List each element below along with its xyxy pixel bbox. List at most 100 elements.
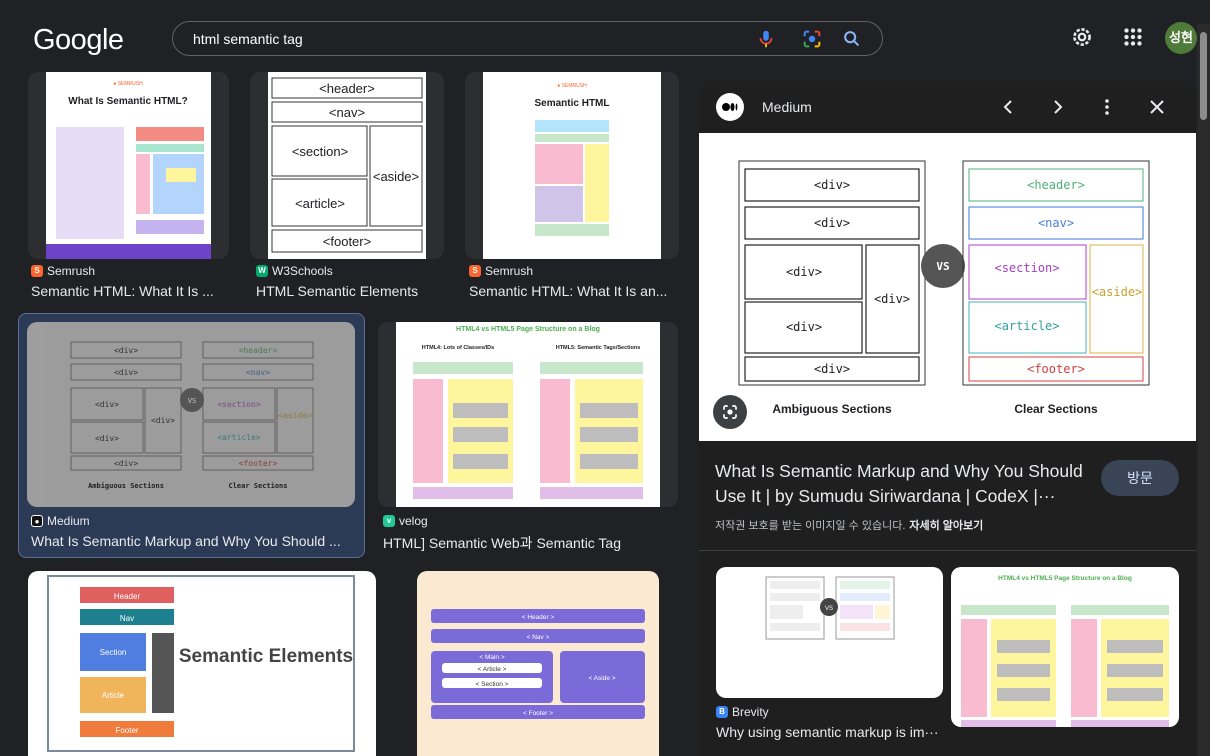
panel-title[interactable]: What Is Semantic Markup and Why You Shou… bbox=[715, 459, 1085, 509]
thumb-title: Semantic Elements bbox=[179, 646, 353, 667]
copyright-notice: 저작권 보호를 받는 이미지일 수 있습니다. 자세히 알아보기 bbox=[715, 517, 983, 533]
source-label: W3Schools bbox=[272, 264, 333, 278]
top-bar: Google 성현 bbox=[0, 0, 1210, 70]
result-title[interactable]: HTML Semantic Elements bbox=[256, 283, 444, 299]
source-label: Brevity bbox=[732, 705, 769, 719]
svg-text:< Article >: < Article > bbox=[478, 666, 507, 673]
svg-text:< Main >: < Main > bbox=[479, 654, 504, 661]
header-label: <header> bbox=[1027, 178, 1085, 192]
svg-text:<header>: <header> bbox=[239, 346, 278, 355]
result-title[interactable]: Semantic HTML: What It Is ... bbox=[31, 283, 231, 299]
medium-icon: ● bbox=[31, 515, 43, 527]
div-label: <div> bbox=[874, 292, 910, 306]
right-caption: Clear Sections bbox=[1014, 402, 1098, 416]
svg-text:HTML4: Lots of Classes/IDs: HTML4: Lots of Classes/IDs bbox=[422, 345, 494, 351]
vs-label: VS bbox=[936, 260, 949, 273]
svg-text:<div>: <div> bbox=[95, 400, 119, 409]
svg-text:Section: Section bbox=[100, 648, 127, 657]
svg-text:● SEMRUSH: ● SEMRUSH bbox=[113, 81, 143, 87]
medium-icon bbox=[716, 93, 744, 121]
result-title[interactable]: Semantic HTML: What It Is an... bbox=[469, 283, 679, 299]
source-label: Semrush bbox=[47, 264, 96, 278]
result-thumbnail[interactable]: VS <div> <div> <div> <div> <div> <div> <hea… bbox=[27, 322, 355, 507]
svg-text:<section>: <section> bbox=[217, 400, 261, 409]
semrush-icon: S bbox=[31, 265, 43, 277]
semantic-html-infographic: ● SEMRUSH Semantic HTML bbox=[483, 72, 661, 259]
w3schools-icon: W bbox=[256, 265, 268, 277]
thumb-title: What Is Semantic HTML? bbox=[68, 96, 187, 107]
related-thumbnail[interactable]: VS bbox=[716, 567, 943, 698]
result-source[interactable]: W W3Schools bbox=[256, 264, 333, 278]
apps-grid-icon[interactable] bbox=[1120, 24, 1146, 50]
visit-button[interactable]: 방문 bbox=[1101, 460, 1179, 496]
aside-label: <aside> bbox=[1092, 285, 1143, 299]
previous-icon[interactable] bbox=[999, 97, 1019, 122]
preview-image[interactable]: <div> <div> <div> <div> <div> <div> VS <… bbox=[699, 133, 1196, 441]
semantic-elements-diagram: Header Nav Section Article Footer Semant… bbox=[47, 575, 355, 752]
more-options-icon[interactable] bbox=[1097, 97, 1117, 122]
div-label: <div> bbox=[814, 216, 850, 230]
ambiguous-vs-clear-diagram: <div> <div> <div> <div> <div> <div> VS <… bbox=[738, 160, 1150, 416]
microphone-icon[interactable] bbox=[755, 28, 777, 50]
nav-label: <nav> bbox=[1038, 216, 1074, 230]
related-title[interactable]: Why using semantic markup is im··· bbox=[716, 724, 943, 740]
search-icon[interactable] bbox=[841, 28, 863, 50]
divider bbox=[699, 550, 1196, 551]
brevity-icon: B bbox=[716, 706, 728, 718]
div-label: <div> bbox=[814, 362, 850, 376]
svg-text:<div>: <div> bbox=[114, 368, 138, 377]
svg-text:< Nav >: < Nav > bbox=[527, 634, 550, 641]
svg-text:<article>: <article> bbox=[217, 433, 261, 442]
svg-text:Clear Sections: Clear Sections bbox=[228, 482, 287, 490]
result-thumbnail[interactable]: HTML4 vs HTML5 Page Structure on a Blog … bbox=[378, 322, 678, 507]
footer-label: <footer> bbox=[1027, 362, 1085, 376]
scrollbar[interactable] bbox=[1197, 24, 1210, 756]
result-thumbnail[interactable]: Header Nav Section Article Footer Semant… bbox=[28, 571, 376, 756]
source-label: velog bbox=[399, 514, 428, 528]
scrollbar-thumb[interactable] bbox=[1200, 32, 1207, 120]
next-icon[interactable] bbox=[1047, 97, 1067, 122]
settings-icon[interactable] bbox=[1069, 24, 1095, 50]
result-source[interactable]: ● Medium bbox=[31, 514, 90, 528]
html4-vs-html5-diagram: HTML4 vs HTML5 Page Structure on a Blog … bbox=[396, 322, 660, 507]
image-preview-panel: Medium <div> <div> <div> <div> <div> <di… bbox=[699, 81, 1196, 756]
svg-text:<div>: <div> bbox=[151, 416, 175, 425]
thumb-title: Semantic HTML bbox=[534, 98, 609, 109]
svg-text:<aside>: <aside> bbox=[278, 411, 312, 420]
svg-text:Header: Header bbox=[114, 592, 141, 601]
brevity-diagram: VS bbox=[765, 576, 895, 640]
panel-source[interactable]: Medium bbox=[762, 99, 812, 115]
semrush-icon: S bbox=[469, 265, 481, 277]
w3-article-label: <article> bbox=[295, 196, 345, 211]
search-box[interactable] bbox=[172, 21, 883, 56]
semantic-html-infographic: ● SEMRUSH What Is Semantic HTML? bbox=[46, 72, 211, 259]
velog-icon: v bbox=[383, 515, 395, 527]
source-label: Medium bbox=[47, 514, 90, 528]
result-source[interactable]: S Semrush bbox=[469, 264, 533, 278]
html4-vs-html5-diagram: HTML4 vs HTML5 Page Structure on a Blog bbox=[961, 575, 1169, 727]
result-thumbnail[interactable]: ● SEMRUSH What Is Semantic HTML? bbox=[28, 72, 229, 259]
result-title[interactable]: HTML] Semantic Web과 Semantic Tag bbox=[383, 533, 683, 553]
left-caption: Ambiguous Sections bbox=[772, 402, 892, 416]
avatar[interactable]: 성현 bbox=[1165, 22, 1197, 54]
lens-search-icon[interactable] bbox=[713, 395, 747, 429]
related-thumbnail[interactable]: HTML4 vs HTML5 Page Structure on a Blog bbox=[951, 567, 1179, 727]
lens-icon[interactable] bbox=[801, 28, 823, 50]
result-thumbnail[interactable]: <header> <nav> <section> <aside> <articl… bbox=[250, 72, 444, 259]
w3-semantic-layout: <header> <nav> <section> <aside> <articl… bbox=[268, 72, 426, 259]
result-thumbnail[interactable]: < Header > < Nav > < Main > < Article > … bbox=[417, 571, 659, 756]
w3-footer-label: <footer> bbox=[323, 234, 371, 249]
result-source[interactable]: S Semrush bbox=[31, 264, 95, 278]
thumb-title: HTML4 vs HTML5 Page Structure on a Blog bbox=[456, 326, 600, 333]
result-title[interactable]: What Is Semantic Markup and Why You Shou… bbox=[31, 533, 357, 549]
search-input[interactable] bbox=[193, 29, 733, 49]
result-thumbnail[interactable]: ● SEMRUSH Semantic HTML bbox=[465, 72, 679, 259]
result-source[interactable]: v velog bbox=[383, 514, 428, 528]
svg-text:< Section >: < Section > bbox=[476, 681, 509, 688]
svg-text:Footer: Footer bbox=[115, 726, 138, 735]
learn-more-link[interactable]: 자세히 알아보기 bbox=[909, 520, 983, 532]
close-icon[interactable] bbox=[1147, 97, 1167, 122]
related-source[interactable]: B Brevity bbox=[716, 705, 769, 719]
svg-text:< Aside >: < Aside > bbox=[588, 675, 615, 682]
google-logo[interactable]: Google bbox=[33, 24, 124, 57]
